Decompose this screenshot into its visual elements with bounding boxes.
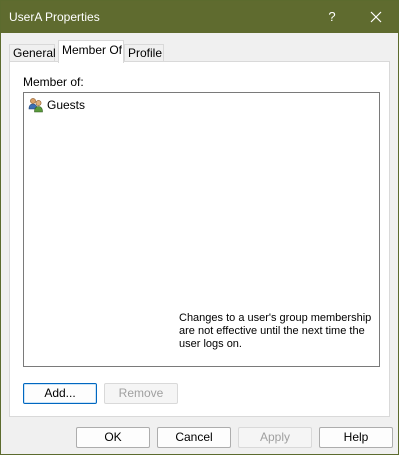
help-title-button[interactable]: ?	[317, 1, 347, 33]
member-of-label: Member of:	[23, 75, 84, 89]
dialog-footer: OK Cancel Apply Help	[1, 417, 398, 454]
user-group-icon	[28, 98, 43, 113]
remove-button-label: Remove	[118, 386, 164, 400]
tab-member-of[interactable]: Member Of	[58, 40, 124, 63]
help-button[interactable]: Help	[319, 427, 393, 448]
close-button[interactable]	[361, 1, 391, 33]
close-icon	[370, 11, 382, 23]
properties-dialog: UserA Properties ? General Member Of Pro…	[0, 0, 399, 455]
apply-button[interactable]: Apply	[238, 427, 312, 448]
tab-member-of-label: Member Of	[62, 43, 123, 57]
apply-button-label: Apply	[259, 430, 291, 444]
add-button[interactable]: Add...	[23, 383, 97, 404]
cancel-button-label: Cancel	[175, 430, 213, 444]
add-button-label: Add...	[44, 386, 76, 400]
remove-button[interactable]: Remove	[104, 383, 178, 404]
title-bar[interactable]: UserA Properties ?	[1, 1, 398, 33]
help-icon: ?	[328, 9, 336, 24]
ok-button-label: OK	[104, 430, 122, 444]
window-title: UserA Properties	[9, 10, 100, 24]
membership-note: Changes to a user's group membership are…	[179, 312, 372, 350]
tab-general-label: General	[13, 46, 56, 60]
ok-button[interactable]: OK	[76, 427, 150, 448]
help-button-label: Help	[343, 430, 369, 444]
cancel-button[interactable]: Cancel	[157, 427, 231, 448]
member-of-panel: Member of: Guests Add... Remove	[9, 61, 390, 417]
tab-profile-label: Profile	[128, 46, 163, 60]
group-name: Guests	[47, 98, 86, 112]
